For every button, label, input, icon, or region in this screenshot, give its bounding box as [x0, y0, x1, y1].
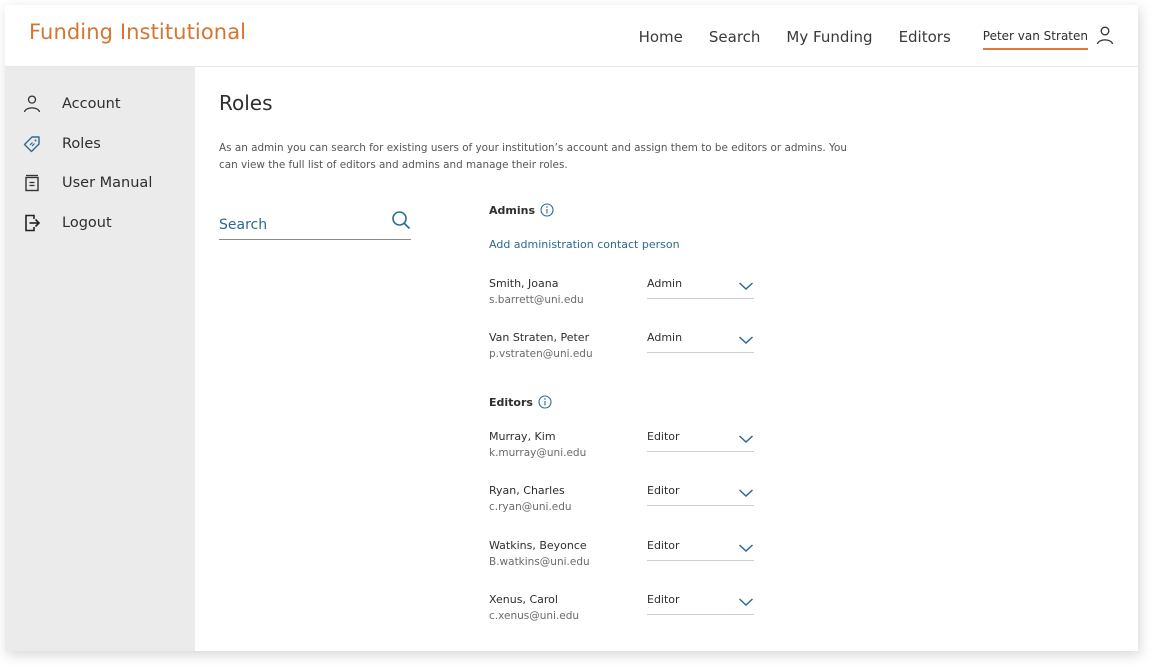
person-name: Xenus, Carol [489, 593, 558, 606]
person-email: p.vstraten@uni.edu [489, 348, 593, 360]
user-icon [23, 95, 41, 113]
role-value: Editor [647, 484, 680, 497]
person-name: Watkins, Beyonce [489, 539, 587, 552]
brand-logo[interactable]: Funding Institutional [29, 20, 246, 44]
admins-heading: Admins [489, 203, 554, 217]
role-value: Editor [647, 539, 680, 552]
editors-heading: Editors [489, 395, 552, 409]
sidebar-item-label: Roles [62, 136, 101, 152]
sidebar-item-label: Logout [62, 215, 112, 231]
info-icon[interactable] [538, 395, 552, 409]
page-description: As an admin you can search for existing … [219, 142, 847, 171]
role-dropdown[interactable]: Editor [647, 593, 754, 615]
sidebar-item-account[interactable]: Account [23, 95, 121, 113]
manual-icon [25, 174, 39, 192]
person-email: s.barrett@uni.edu [489, 294, 584, 306]
person-email: c.xenus@uni.edu [489, 610, 580, 622]
sidebar-item-label: User Manual [62, 175, 153, 191]
role-dropdown[interactable]: Admin [647, 331, 754, 353]
person-name: Smith, Joana [489, 277, 559, 290]
nav-editors[interactable]: Editors [899, 28, 951, 46]
role-value: Admin [647, 331, 683, 344]
app-window: Funding Institutional Home Search My Fun… [5, 5, 1138, 651]
sidebar-item-user-manual[interactable]: User Manual [23, 174, 152, 192]
role-value: Admin [647, 277, 683, 290]
role-dropdown[interactable]: Editor [647, 430, 754, 452]
role-dropdown[interactable]: Editor [647, 484, 754, 506]
search-field[interactable] [219, 210, 411, 240]
nav-home[interactable]: Home [639, 28, 683, 46]
admin-row: Smith, Joana s.barrett@uni.edu Admin [489, 277, 789, 317]
info-icon[interactable] [540, 203, 554, 217]
admins-title: Admins [489, 203, 535, 217]
role-dropdown[interactable]: Editor [647, 539, 754, 561]
user-icon[interactable] [1096, 26, 1114, 46]
sidebar-item-logout[interactable]: Logout [23, 214, 112, 232]
editor-row: Murray, Kim k.murray@uni.edu Editor [489, 430, 789, 470]
role-value: Editor [647, 593, 680, 606]
sidebar-item-roles[interactable]: Roles [23, 135, 101, 153]
nav-search[interactable]: Search [709, 28, 761, 46]
admin-row: Van Straten, Peter p.vstraten@uni.edu Ad… [489, 331, 789, 371]
editor-row: Ryan, Charles c.ryan@uni.edu Editor [489, 484, 789, 524]
search-input[interactable] [219, 217, 379, 233]
nav-user-name[interactable]: Peter van Straten [982, 29, 1088, 50]
editor-row: Watkins, Beyonce B.watkins@uni.edu Edito… [489, 539, 789, 579]
tag-icon [23, 136, 40, 153]
logout-icon [25, 214, 41, 232]
chevron-down-icon [738, 489, 754, 498]
person-email: B.watkins@uni.edu [489, 556, 590, 568]
chevron-down-icon [738, 336, 754, 345]
role-value: Editor [647, 430, 680, 443]
person-email: k.murray@uni.edu [489, 447, 587, 459]
chevron-down-icon [738, 282, 754, 291]
role-dropdown[interactable]: Admin [647, 277, 754, 299]
person-name: Van Straten, Peter [489, 331, 590, 344]
person-name: Murray, Kim [489, 430, 556, 443]
sidebar: Account Roles User Manual Logout [5, 67, 195, 651]
search-icon[interactable] [391, 210, 411, 230]
chevron-down-icon [738, 435, 754, 444]
top-nav: Home Search My Funding Editors Peter van… [613, 23, 1114, 50]
add-admin-contact-link[interactable]: Add administration contact person [489, 238, 680, 251]
nav-my-funding[interactable]: My Funding [786, 28, 872, 46]
chevron-down-icon [738, 598, 754, 607]
chevron-down-icon [738, 544, 754, 553]
top-header: Funding Institutional Home Search My Fun… [5, 5, 1138, 67]
sidebar-item-label: Account [62, 96, 121, 112]
person-email: c.ryan@uni.edu [489, 501, 572, 513]
editors-title: Editors [489, 395, 533, 409]
person-name: Ryan, Charles [489, 484, 565, 497]
editor-row: Xenus, Carol c.xenus@uni.edu Editor [489, 593, 789, 633]
page-title: Roles [219, 91, 273, 115]
